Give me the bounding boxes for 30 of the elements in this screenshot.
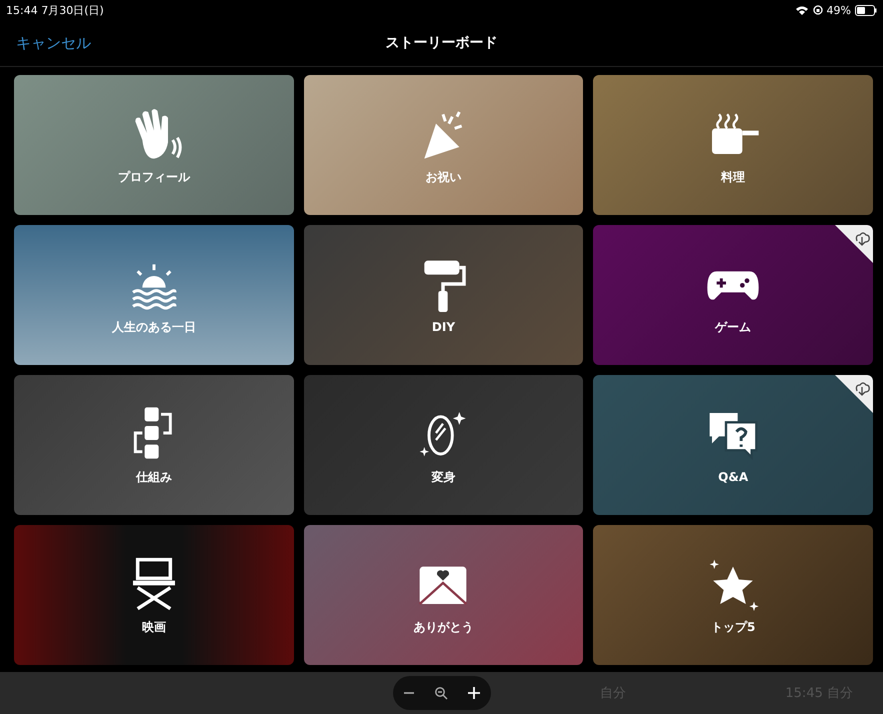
storyboard-tile[interactable]: 仕組み: [14, 375, 294, 515]
gamepad-icon: [708, 270, 759, 300]
storyboard-tile[interactable]: 変身: [304, 375, 584, 515]
storyboard-tile[interactable]: DIY: [304, 225, 584, 365]
storyboard-tile[interactable]: 料理: [593, 75, 873, 215]
sunrise-icon: [131, 262, 176, 310]
speech-bubbles-icon: [710, 413, 758, 460]
storyboard-tile[interactable]: Q&A: [593, 375, 873, 515]
flow-blocks-icon: [134, 406, 172, 458]
storyboard-tile[interactable]: プロフィール: [14, 75, 294, 215]
storyboard-tile[interactable]: トップ5: [593, 525, 873, 665]
party-popper-icon: [424, 110, 464, 158]
storyboard-tile[interactable]: ありがとう: [304, 525, 584, 665]
waving-hand-icon: [135, 108, 182, 158]
orientation-lock-icon: [812, 5, 823, 15]
zoom-icon: [434, 686, 448, 700]
paint-roller-icon: [424, 260, 466, 312]
battery-icon: [855, 4, 877, 16]
mirror-icon: [420, 412, 466, 456]
director-chair-icon: [132, 557, 175, 610]
plus-icon: [467, 686, 482, 700]
battery-percentage: 49%: [826, 4, 851, 16]
cooking-pot-icon: [712, 112, 759, 154]
wifi-icon: [794, 4, 809, 16]
cancel-button[interactable]: キャンセル: [16, 34, 91, 52]
storyboard-tile[interactable]: ゲーム: [593, 225, 873, 365]
star-icon: [710, 559, 759, 610]
storyboard-tile[interactable]: 映画: [14, 525, 294, 665]
status-time: 15:44 7月30日(日): [6, 2, 104, 18]
page-title: ストーリーボード: [386, 34, 498, 52]
